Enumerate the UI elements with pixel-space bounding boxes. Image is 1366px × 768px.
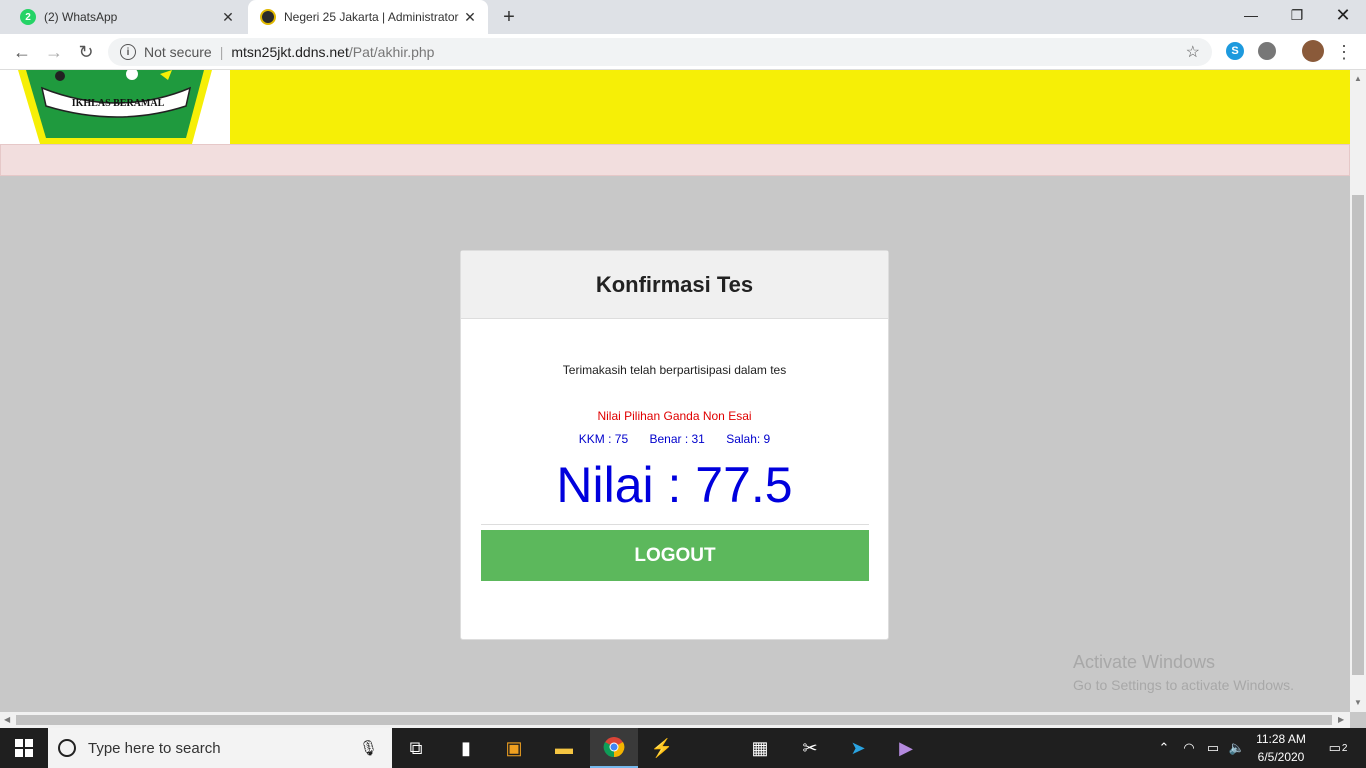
scroll-up-icon[interactable]: ▲	[1354, 74, 1362, 83]
close-icon[interactable]: ✕	[220, 9, 236, 25]
chrome-icon[interactable]	[590, 728, 638, 768]
taskbar-search[interactable]: Type here to search 🎙	[48, 728, 392, 768]
menu-kebab-icon[interactable]: ⋮	[1332, 40, 1356, 64]
tab-administrator[interactable]: Negeri 25 Jakarta | Administrator ✕	[248, 0, 488, 34]
security-label: Not secure	[144, 44, 212, 60]
tab-whatsapp[interactable]: 2 (2) WhatsApp ✕	[8, 0, 246, 34]
windows-logo-icon	[15, 739, 33, 757]
divider	[481, 524, 869, 525]
confirmation-card: Konfirmasi Tes Terimakasih telah berpart…	[460, 250, 889, 640]
address-bar[interactable]: i Not secure | mtsn25jkt.ddns.net/Pat/ak…	[108, 38, 1212, 66]
file-explorer-icon[interactable]: ▬	[540, 728, 588, 768]
back-arrow-icon[interactable]: ←	[10, 40, 34, 64]
watermark-title: Activate Windows	[1073, 652, 1216, 672]
horizontal-scrollbar[interactable]: ◀ ▶	[0, 712, 1350, 728]
video-editor-icon[interactable]: ▶	[882, 728, 930, 768]
start-button[interactable]	[0, 728, 48, 768]
avatar[interactable]	[1302, 40, 1324, 62]
clock-time: 11:28 AM	[1256, 732, 1306, 746]
info-icon[interactable]: i	[120, 44, 136, 60]
notification-center-icon[interactable]: ▭ 2	[1318, 728, 1358, 768]
bookmark-star-icon[interactable]: ☆	[1186, 42, 1200, 62]
media-player-icon[interactable]: ▮	[442, 728, 490, 768]
site-favicon-icon	[260, 9, 276, 25]
battery-icon[interactable]: ▭	[1202, 728, 1224, 768]
app-icon[interactable]: ⚡	[638, 728, 686, 768]
scrollbar-thumb[interactable]	[1352, 195, 1364, 675]
extension-icon[interactable]	[1258, 42, 1276, 60]
browser-toolbar: ← → ↻ i Not secure | mtsn25jkt.ddns.net /…	[0, 34, 1366, 70]
reload-icon[interactable]: ↻	[74, 40, 98, 64]
scrollbar-thumb[interactable]	[16, 715, 1332, 725]
url-path: /Pat/akhir.php	[348, 44, 435, 60]
logout-button[interactable]: LOGOUT	[481, 530, 869, 581]
restore-button[interactable]: ❐	[1274, 0, 1320, 30]
search-placeholder: Type here to search	[88, 739, 221, 757]
whatsapp-icon: 2	[20, 9, 36, 25]
score-subtitle: Nilai Pilihan Ganda Non Esai	[597, 409, 752, 423]
chevron-up-icon[interactable]: ⌃	[1154, 728, 1174, 768]
score-stats: KKM : 75 Benar : 31 Salah: 9	[461, 432, 888, 446]
chrome-logo-icon	[603, 737, 625, 758]
activation-watermark: Activate Windows Go to Settings to activ…	[1073, 652, 1294, 693]
tab-strip: 2 (2) WhatsApp ✕ Negeri 25 Jakarta | Adm…	[0, 0, 1366, 34]
close-window-button[interactable]: ✕	[1320, 0, 1366, 30]
skype-icon[interactable]: S	[1226, 42, 1244, 60]
calculator-icon[interactable]: ▦	[736, 728, 784, 768]
system-clock[interactable]: 11:28 AM 6/5/2020	[1250, 730, 1312, 766]
outlook-icon[interactable]: ▣	[490, 728, 538, 768]
logo-text: IKHLAS BERAMAL	[72, 98, 165, 109]
forward-arrow-icon[interactable]: →	[42, 40, 66, 64]
alert-bar	[0, 144, 1350, 176]
tab-badge: 2	[25, 11, 31, 23]
task-view-icon[interactable]: ⧉	[392, 728, 440, 768]
page-viewport: IKHLAS BERAMAL Konfirmasi Tes Terimakasi…	[0, 70, 1350, 712]
kkm-value: KKM : 75	[578, 432, 629, 446]
watermark-subtitle: Go to Settings to activate Windows.	[1073, 677, 1294, 693]
volume-icon[interactable]: 🔈	[1226, 728, 1248, 768]
url-domain: mtsn25jkt.ddns.net	[231, 44, 349, 60]
telegram-icon[interactable]: ➤	[834, 728, 882, 768]
microphone-icon[interactable]: 🎙	[359, 739, 378, 757]
final-score: Nilai : 77.5	[556, 457, 793, 513]
clock-date: 6/5/2020	[1257, 750, 1305, 764]
logo-container: IKHLAS BERAMAL	[0, 70, 230, 144]
school-logo: IKHLAS BERAMAL	[18, 70, 212, 144]
scroll-right-icon[interactable]: ▶	[1338, 715, 1344, 724]
salah-value: Salah: 9	[726, 432, 771, 446]
close-icon[interactable]: ✕	[462, 9, 478, 25]
wifi-icon[interactable]: ◠	[1178, 728, 1200, 768]
divider: |	[219, 44, 224, 60]
thanks-message: Terimakasih telah berpartisipasi dalam t…	[562, 363, 787, 377]
scroll-down-icon[interactable]: ▼	[1354, 698, 1362, 707]
new-tab-button[interactable]: +	[498, 6, 520, 28]
vertical-scrollbar[interactable]: ▲ ▼	[1350, 70, 1366, 712]
minimize-button[interactable]: —	[1228, 0, 1274, 30]
tab-title: (2) WhatsApp	[44, 10, 118, 24]
tab-title: Negeri 25 Jakarta | Administrator	[284, 10, 459, 24]
snipping-tool-icon[interactable]: ✂	[786, 728, 834, 768]
card-title: Konfirmasi Tes	[461, 251, 888, 319]
windows-taskbar: Type here to search 🎙 ⧉ ▮ ▣ ▬ ⚡ ▦ ✂ ➤ ▶ …	[0, 728, 1366, 768]
scroll-left-icon[interactable]: ◀	[4, 715, 10, 724]
cortana-icon	[58, 739, 76, 757]
notification-count: 2	[1341, 742, 1348, 754]
benar-value: Benar : 31	[649, 432, 705, 446]
